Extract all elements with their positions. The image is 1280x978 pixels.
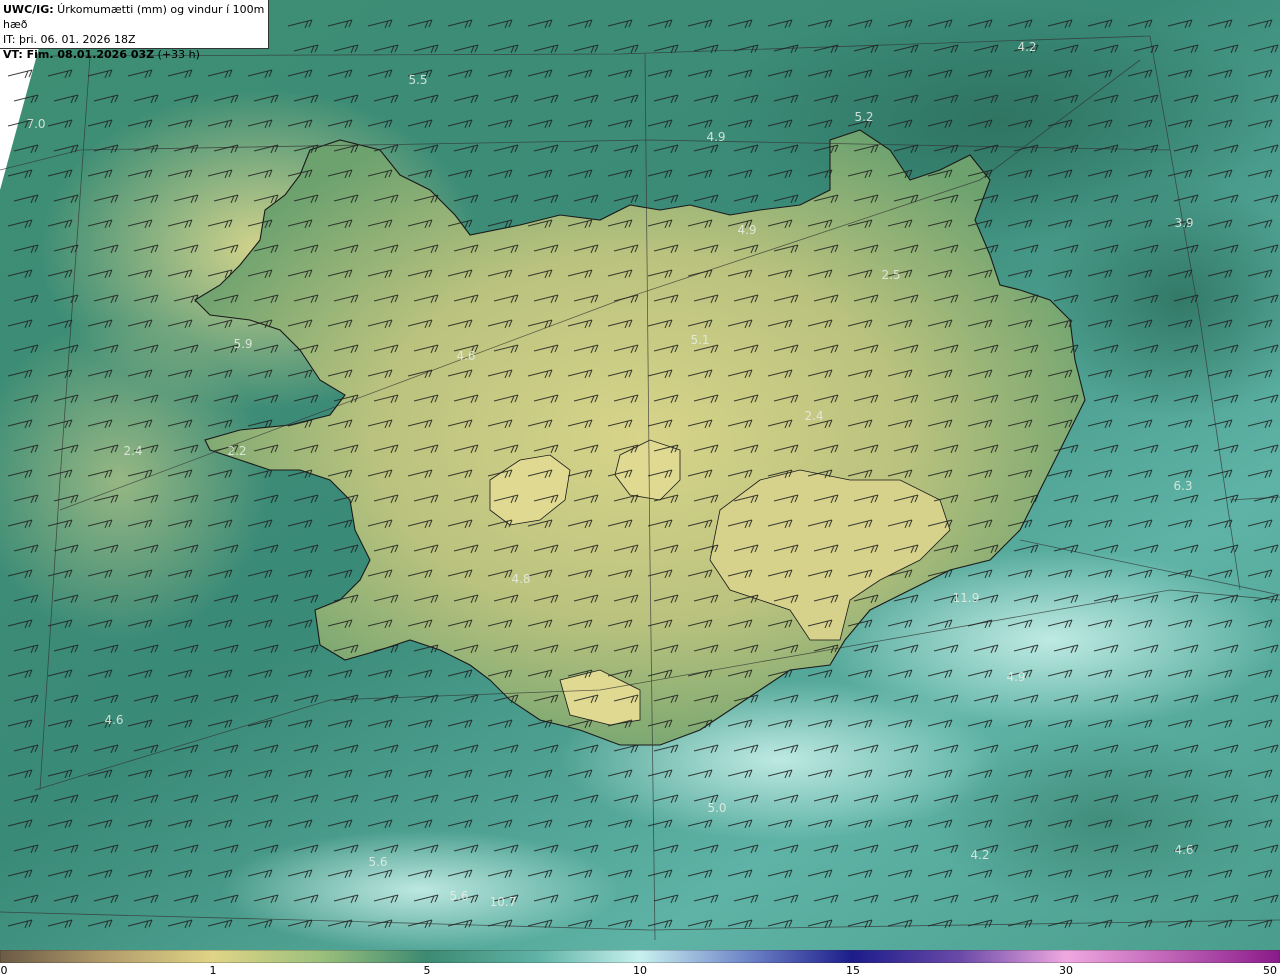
precip-value-label: 2.2 <box>227 444 246 458</box>
colorbar-tick: 15 <box>846 964 860 977</box>
precip-value-label: 3.9 <box>1174 216 1193 230</box>
precip-value-label: 5.6 <box>368 855 387 869</box>
precip-value-label: 6.3 <box>1173 479 1192 493</box>
valid-time-line: VT: Fim. 08.01.2026 03Z (+33 h) <box>3 47 265 62</box>
precip-value-label: 4.9 <box>1006 670 1025 684</box>
precip-value-label: 5.6 <box>449 889 468 903</box>
colorbar-tick: 10 <box>633 964 647 977</box>
precip-value-label: 2.4 <box>123 444 142 458</box>
precip-value-label: 4.8 <box>511 572 530 586</box>
colorbar-tick: 30 <box>1059 964 1073 977</box>
precip-value-label: 4.6 <box>104 713 123 727</box>
colorbar-tick: 50 <box>1263 964 1277 977</box>
precip-value-label: 11.9 <box>953 591 980 605</box>
init-time: IT: þri. 06. 01. 2026 18Z <box>3 33 136 46</box>
precip-value-label: 2.5 <box>881 268 900 282</box>
precip-value-label: 7.0 <box>26 117 45 131</box>
precip-value-label: 5.0 <box>707 801 726 815</box>
precip-field <box>930 730 1270 910</box>
precip-value-label: 4.9 <box>706 130 725 144</box>
valid-time: VT: Fim. 08.01.2026 03Z <box>3 48 155 61</box>
precip-value-label: 4.6 <box>456 349 475 363</box>
precip-value-label: 10.7 <box>490 895 517 909</box>
title-line: UWC/IG: Úrkomumætti (mm) og vindur í 100… <box>3 2 265 32</box>
precip-value-label: 2.4 <box>804 409 823 423</box>
precip-value-label: 4.2 <box>1017 40 1036 54</box>
precip-value-label: 5.1 <box>690 333 709 347</box>
precip-value-label: 5.9 <box>233 337 252 351</box>
map-header: UWC/IG: Úrkomumætti (mm) og vindur í 100… <box>0 0 269 61</box>
precip-value-label: 4.6 <box>1174 843 1193 857</box>
precip-value-label: 4.2 <box>970 848 989 862</box>
colorbar-tick: 1 <box>209 964 217 977</box>
forecast-map: 5.5 4.2 7.0 4.9 5.2 4.9 3.9 2.5 5.9 4.6 5.1 2.4 2.4 2… <box>0 0 1280 950</box>
colorbar-tick: 5 <box>423 964 431 977</box>
precip-value-label: 4.9 <box>737 223 756 237</box>
colorbar-ticks: 0 1 5 10 15 30 50 <box>0 963 1280 978</box>
model-name: UWC/IG: <box>3 3 54 16</box>
colorbar <box>0 950 1280 963</box>
lead-time: (+33 h) <box>154 48 200 61</box>
precip-value-label: 5.2 <box>854 110 873 124</box>
wind-barb <box>7 69 33 79</box>
precip-value-label: 5.5 <box>408 73 427 87</box>
precip-field <box>220 830 620 950</box>
colorbar-tick: 0 <box>0 964 8 977</box>
